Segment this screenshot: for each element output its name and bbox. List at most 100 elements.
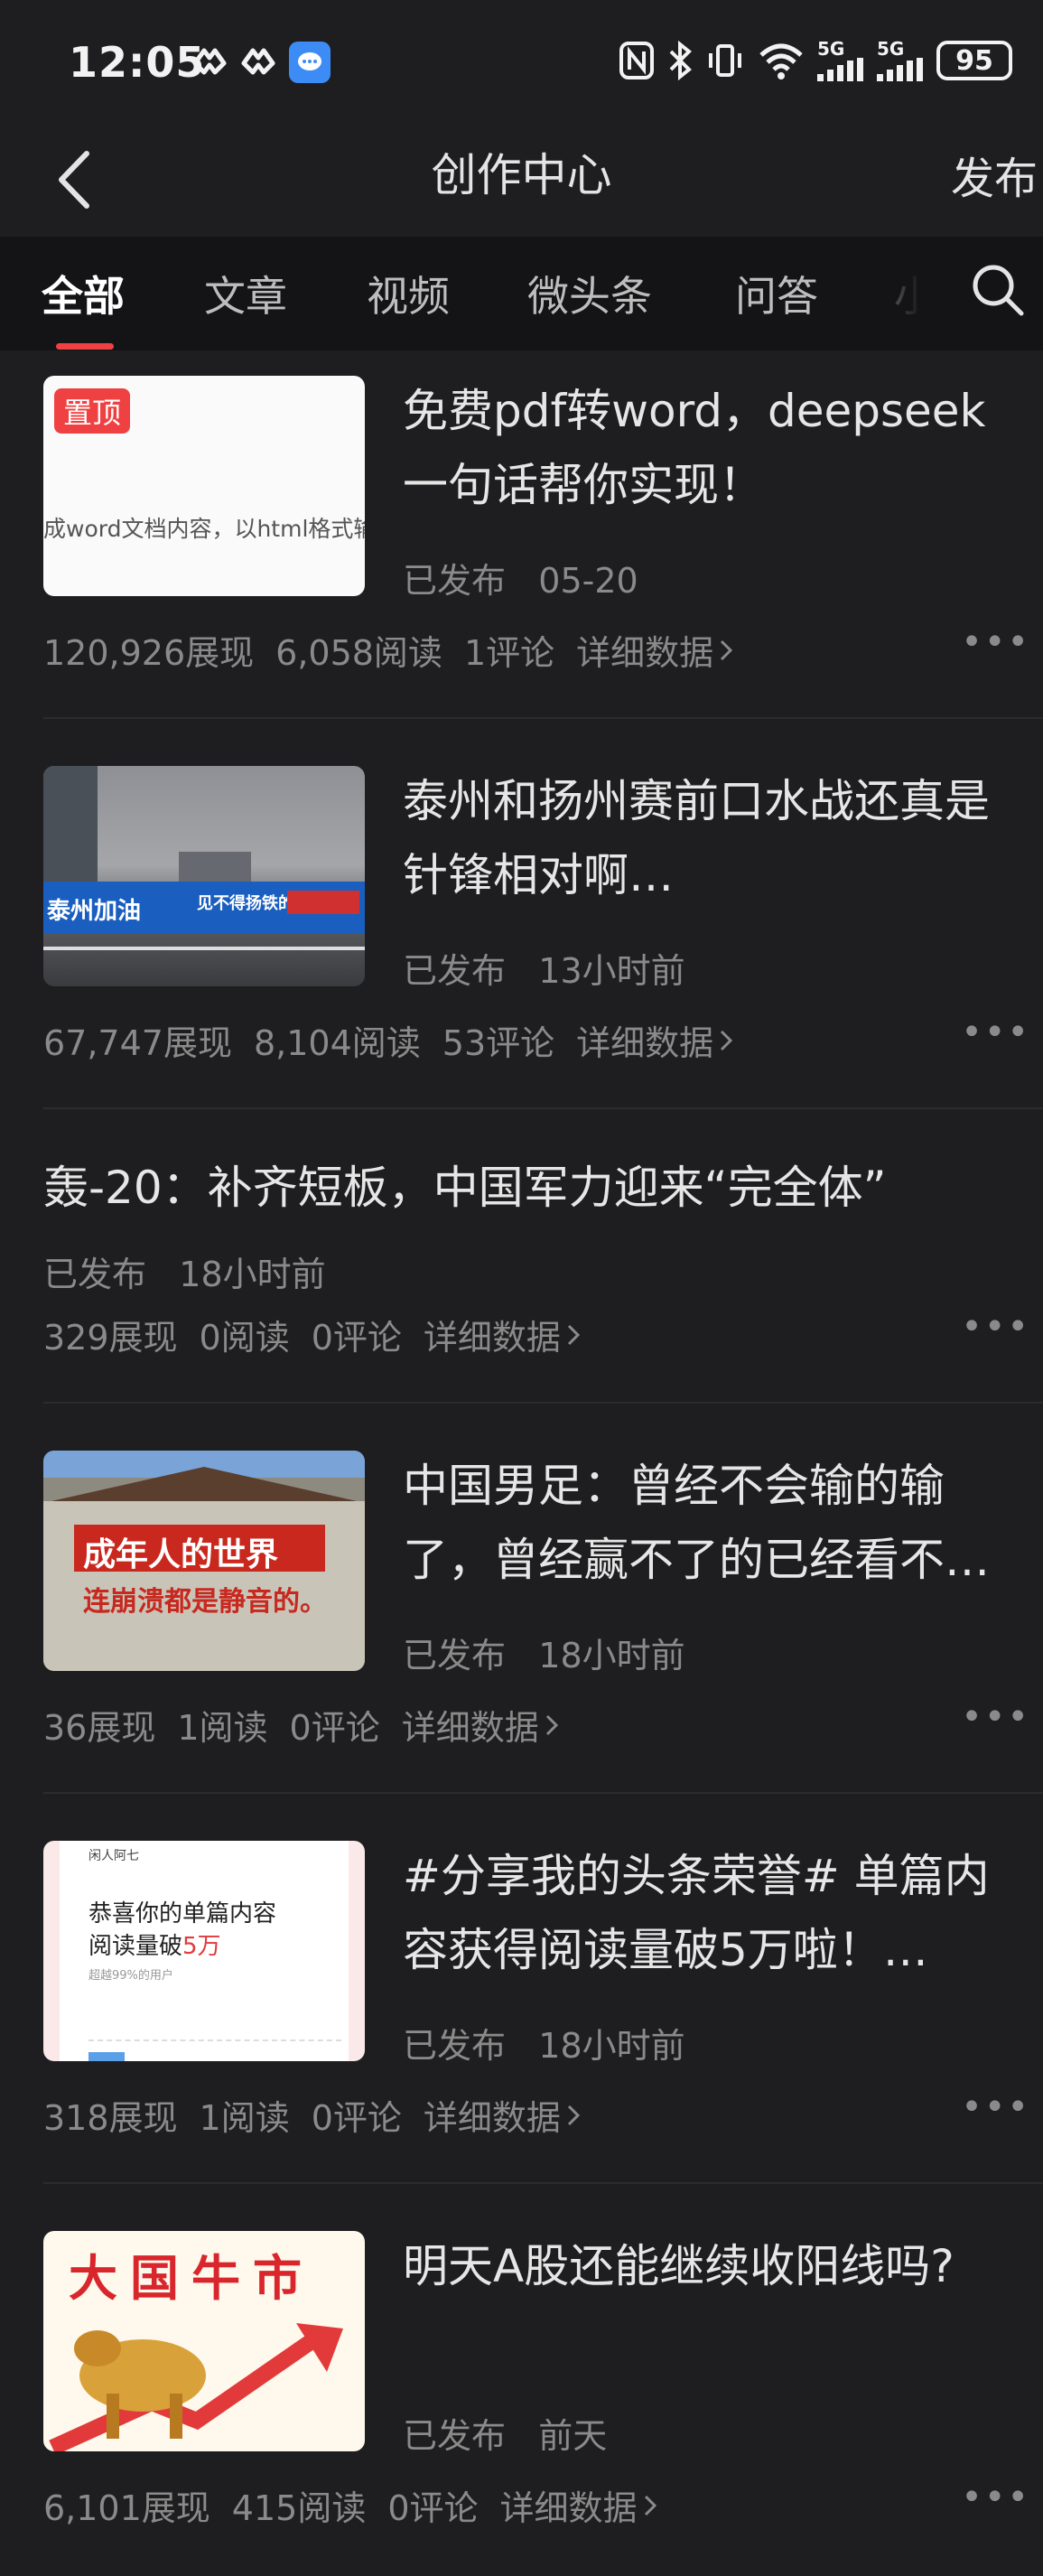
thumbnail-text: 超越99%的用户	[88, 1969, 173, 1983]
detail-data-label: 详细数据	[576, 1023, 714, 1063]
article-title[interactable]: 中国男足：曾经不会输的输了，曾经赢不了的已经看不…	[403, 1449, 1026, 1597]
tab-fade-overlay	[840, 237, 957, 350]
more-options-icon[interactable]: •••	[961, 621, 1030, 663]
pinned-badge: 置顶	[54, 388, 131, 434]
publish-status: 已发布 13小时前	[403, 943, 685, 993]
detail-data-label: 详细数据	[423, 1318, 561, 1358]
reads-count: 1阅读	[177, 1708, 268, 1748]
publish-status: 已发布 18小时前	[403, 1628, 685, 1677]
network-type-label: 5G	[877, 38, 905, 60]
thumbnail-text: 大国牛市	[69, 2250, 314, 2307]
article-title[interactable]: 泰州和扬州赛前口水战还真是针锋相对啊…	[403, 764, 1026, 912]
status-label: 已发布	[403, 2416, 507, 2456]
chevron-right-icon	[721, 639, 733, 660]
network-type-label: 5G	[817, 38, 845, 60]
publish-time: 前天	[538, 2416, 608, 2456]
detail-data-link[interactable]: 详细数据	[402, 1700, 559, 1750]
search-icon[interactable]	[970, 262, 1026, 318]
thumbnail-text: 恭喜你的单篇内容	[88, 1900, 277, 1927]
publish-time: 13小时前	[538, 951, 685, 991]
reads-count: 6,058阅读	[275, 633, 442, 673]
page-title: 创作中心	[431, 149, 612, 201]
more-options-icon[interactable]: •••	[961, 1012, 1030, 1053]
views-count: 329展现	[43, 1318, 178, 1358]
article-stats: 6,101展现 415阅读 0评论 详细数据	[43, 2480, 657, 2530]
article-title[interactable]: 明天A股还能继续收阳线吗?	[403, 2229, 1026, 2303]
detail-data-link[interactable]: 详细数据	[576, 1015, 733, 1065]
article-title[interactable]: #分享我的头条荣誉# 单篇内容获得阅读量破5万啦！…	[403, 1839, 1026, 1987]
article-thumbnail: 大国牛市	[43, 2231, 365, 2451]
more-options-icon[interactable]: •••	[961, 2086, 1030, 2128]
bluetooth-icon	[669, 41, 692, 80]
battery-indicator: 95	[936, 41, 1012, 80]
detail-data-link[interactable]: 详细数据	[424, 1310, 581, 1359]
tab-articles[interactable]: 文章	[204, 264, 287, 323]
app-notification-icon	[192, 48, 227, 75]
publish-status: 已发布 18小时前	[43, 1246, 326, 1296]
detail-data-label: 详细数据	[499, 2488, 638, 2528]
comments-count: 0评论	[311, 1318, 402, 1358]
status-label: 已发布	[403, 951, 507, 991]
article-thumbnail: 闲人阿七 恭喜你的单篇内容 阅读量破5万 超越99%的用户	[43, 1841, 365, 2061]
detail-data-link[interactable]: 详细数据	[424, 2090, 581, 2140]
divider	[43, 717, 1043, 719]
divider	[43, 1402, 1043, 1404]
comments-count: 0评论	[311, 2098, 402, 2138]
publish-status: 已发布 前天	[403, 2408, 607, 2458]
thumbnail-text: 闲人阿七	[88, 1849, 139, 1863]
reads-count: 415阅读	[231, 2488, 367, 2528]
more-options-icon[interactable]: •••	[961, 1306, 1030, 1348]
status-label: 已发布	[403, 2026, 507, 2066]
detail-data-link[interactable]: 详细数据	[500, 2480, 657, 2530]
reads-count: 0阅读	[199, 1318, 290, 1358]
comments-count: 53评论	[442, 1023, 555, 1063]
cellular-signal-2: 5G	[877, 40, 924, 81]
category-tabs: 全部 文章 视频 微头条 问答 小	[0, 237, 1043, 350]
article-stats: 318展现 1阅读 0评论 详细数据	[43, 2090, 581, 2140]
status-label: 已发布	[403, 561, 507, 601]
chevron-right-icon	[567, 1324, 581, 1345]
publish-time: 18小时前	[179, 1255, 326, 1294]
views-count: 120,926展现	[43, 633, 255, 673]
status-label: 已发布	[403, 1636, 507, 1675]
detail-data-label: 详细数据	[401, 1708, 539, 1748]
views-count: 36展现	[43, 1708, 156, 1748]
tab-micro-posts[interactable]: 微头条	[527, 264, 652, 323]
system-icons: 5G 5G 95	[619, 40, 1012, 81]
divider	[43, 1107, 1043, 1109]
message-icon	[289, 42, 331, 83]
more-options-icon[interactable]: •••	[961, 1696, 1030, 1738]
chevron-right-icon	[644, 2495, 657, 2515]
article-thumbnail: 泰州加油 见不得扬铁的沙！	[43, 766, 365, 986]
article-title[interactable]: 免费pdf转word，deepseek一句话帮你实现！	[403, 374, 1026, 522]
bull-arrow-graphic	[49, 2323, 343, 2451]
tab-qa[interactable]: 问答	[735, 264, 818, 323]
tab-videos[interactable]: 视频	[367, 264, 450, 323]
article-title[interactable]: 轰-20：补齐短板，中国军力迎来“完全体”	[43, 1151, 1019, 1225]
more-options-icon[interactable]: •••	[961, 2477, 1030, 2518]
thumbnail-text: 连崩溃都是静音的。	[83, 1586, 327, 1618]
vibrate-icon	[709, 44, 741, 77]
publish-button[interactable]: 发布	[951, 143, 1038, 206]
wifi-icon	[759, 43, 803, 79]
notification-icons	[191, 42, 331, 83]
cellular-signal-1: 5G	[817, 40, 864, 81]
article-thumbnail: 置顶 成word文档内容，以html格式输出。	[43, 376, 365, 596]
divider	[43, 1792, 1043, 1794]
thumbnail-text: 泰州加油	[47, 898, 142, 925]
views-count: 318展现	[43, 2098, 178, 2138]
article-stats: 67,747展现 8,104阅读 53评论 详细数据	[43, 1015, 733, 1065]
detail-data-label: 详细数据	[423, 2098, 561, 2138]
reads-count: 1阅读	[199, 2098, 290, 2138]
thumbnail-text: 成word文档内容，以html格式输出。	[43, 516, 365, 542]
status-bar: 12:05 5G 5G 95	[0, 0, 1043, 126]
comments-count: 1评论	[463, 633, 555, 673]
tab-all[interactable]: 全部	[42, 264, 125, 323]
views-count: 6,101展现	[43, 2488, 210, 2528]
article-thumbnail: 成年人的世界 连崩溃都是静音的。	[43, 1451, 365, 1671]
app-notification-icon	[241, 48, 275, 75]
publish-status: 已发布 05-20	[403, 553, 638, 602]
detail-data-link[interactable]: 详细数据	[576, 625, 733, 675]
article-stats: 329展现 0阅读 0评论 详细数据	[43, 1310, 581, 1359]
status-label: 已发布	[43, 1255, 147, 1294]
